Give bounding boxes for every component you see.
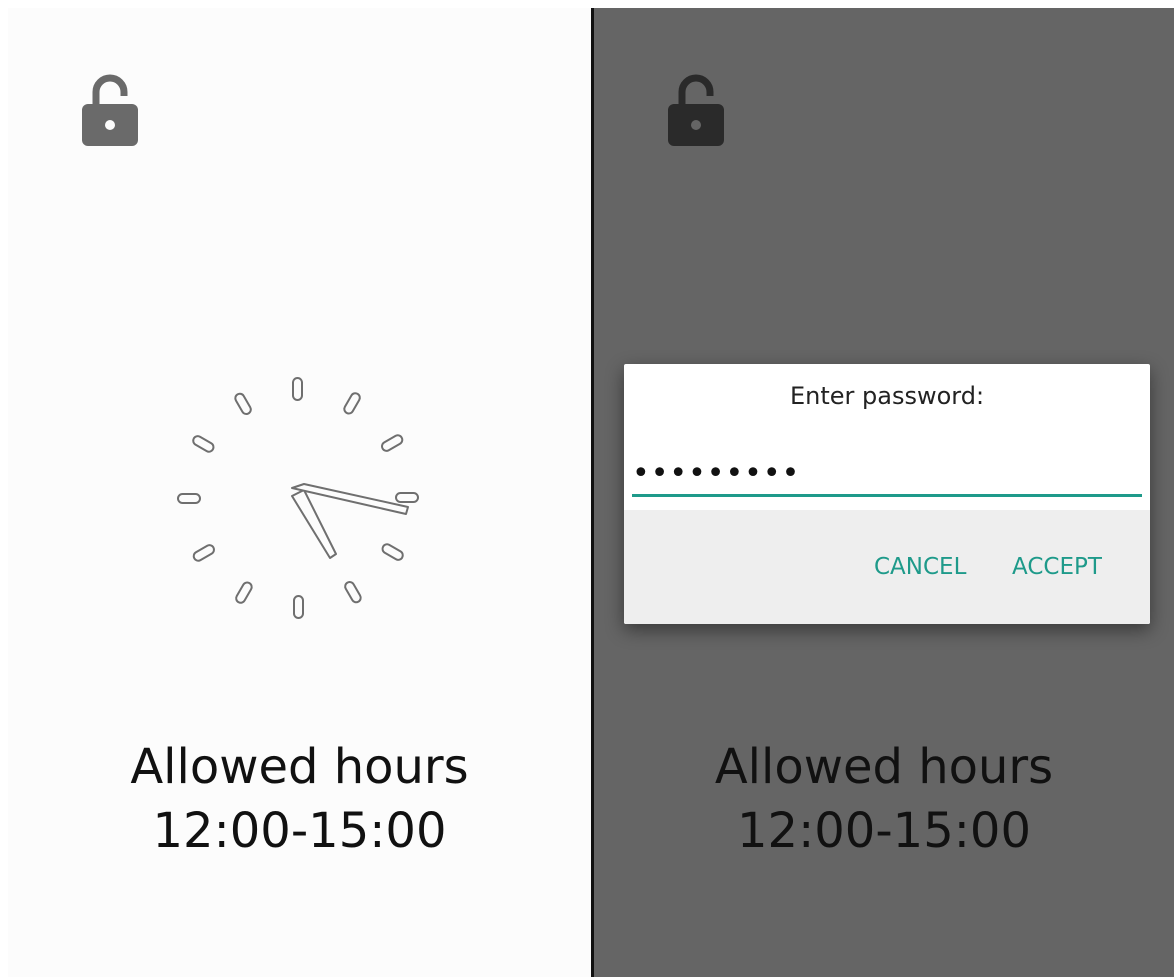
- allowed-hours-range: 12:00-15:00: [737, 803, 1031, 859]
- cancel-button[interactable]: CANCEL: [868, 550, 972, 584]
- analog-clock-icon: [177, 377, 419, 619]
- allowed-hours-title: Allowed hours: [130, 739, 469, 795]
- password-dialog: Enter password: CANCEL ACCEPT: [624, 364, 1150, 624]
- accept-button[interactable]: ACCEPT: [1006, 550, 1108, 584]
- dialog-actions: CANCEL ACCEPT: [624, 510, 1150, 624]
- lock-open-icon[interactable]: [78, 68, 142, 148]
- allowed-hours-range: 12:00-15:00: [152, 803, 447, 859]
- right-screen: Allowed hours 12:00-15:00 Enter password…: [594, 8, 1174, 977]
- lock-open-icon: [668, 74, 724, 146]
- screenshot-stage: Allowed hours 12:00-15:00 Allowed hours …: [0, 0, 1174, 977]
- password-field[interactable]: [632, 452, 1142, 497]
- left-screen: Allowed hours 12:00-15:00: [8, 8, 591, 977]
- dialog-title: Enter password:: [789, 382, 985, 410]
- allowed-hours-title: Allowed hours: [714, 739, 1054, 795]
